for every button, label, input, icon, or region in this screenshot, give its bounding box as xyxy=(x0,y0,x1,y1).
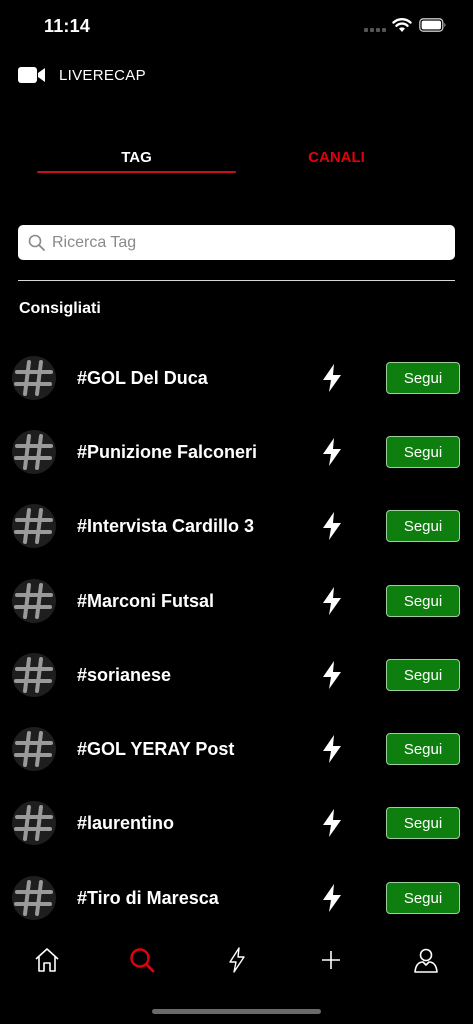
hashtag-avatar-icon xyxy=(12,876,56,920)
home-indicator[interactable] xyxy=(152,1009,321,1014)
app-title: LIVERECAP xyxy=(59,66,146,84)
video-camera-icon xyxy=(18,67,45,83)
tab-tag[interactable]: TAG xyxy=(37,140,236,174)
tag-name: #Punizione Falconeri xyxy=(77,441,258,462)
search-icon xyxy=(28,234,45,251)
follow-button[interactable]: Segui xyxy=(386,807,460,839)
tag-name: #laurentino xyxy=(77,812,175,833)
tag-row[interactable]: #laurentino Segui xyxy=(0,786,473,860)
follow-button[interactable]: Segui xyxy=(386,436,460,468)
divider xyxy=(18,280,455,281)
lightning-icon xyxy=(229,947,245,973)
hashtag-avatar-icon xyxy=(12,653,56,697)
active-tab-indicator xyxy=(37,171,236,173)
follow-button[interactable]: Segui xyxy=(386,510,460,542)
wifi-icon xyxy=(392,18,412,32)
nav-highlights[interactable] xyxy=(222,945,252,975)
bottom-nav xyxy=(0,935,473,990)
cellular-signal-icon xyxy=(364,28,386,32)
follow-button[interactable]: Segui xyxy=(386,733,460,765)
lightning-icon[interactable] xyxy=(321,364,343,392)
search-input[interactable] xyxy=(52,233,432,252)
tag-row[interactable]: #GOL YERAY Post Segui xyxy=(0,712,473,786)
tag-name: #sorianese xyxy=(77,664,172,685)
tag-row[interactable]: #Punizione Falconeri Segui xyxy=(0,415,473,489)
lightning-icon[interactable] xyxy=(321,661,343,689)
section-title: Consigliati xyxy=(19,300,101,317)
lightning-icon[interactable] xyxy=(321,735,343,763)
lightning-icon[interactable] xyxy=(321,809,343,837)
status-time: 11:14 xyxy=(44,16,91,36)
tag-name: #Tiro di Maresca xyxy=(77,887,219,908)
app-header: LIVERECAP xyxy=(18,62,146,88)
profile-icon xyxy=(414,948,438,973)
home-icon xyxy=(35,948,59,972)
search-bar[interactable] xyxy=(18,225,455,260)
nav-add[interactable] xyxy=(316,945,346,975)
tag-row[interactable]: #Tiro di Maresca Segui xyxy=(0,861,473,935)
lightning-icon[interactable] xyxy=(321,438,343,466)
hashtag-avatar-icon xyxy=(12,801,56,845)
tag-row[interactable]: #Intervista Cardillo 3 Segui xyxy=(0,489,473,563)
follow-button[interactable]: Segui xyxy=(386,659,460,691)
nav-home[interactable] xyxy=(32,945,62,975)
search-icon xyxy=(130,948,155,973)
battery-icon xyxy=(419,18,446,32)
tab-canali[interactable]: CANALI xyxy=(237,140,436,174)
lightning-icon[interactable] xyxy=(321,884,343,912)
nav-profile[interactable] xyxy=(411,945,441,975)
follow-button[interactable]: Segui xyxy=(386,882,460,914)
tag-name: #GOL Del Duca xyxy=(77,367,208,388)
plus-icon xyxy=(322,951,340,969)
follow-button[interactable]: Segui xyxy=(386,362,460,394)
status-bar: 11:14 xyxy=(0,0,473,50)
tag-name: #Marconi Futsal xyxy=(77,590,215,611)
tag-name: #GOL YERAY Post xyxy=(77,738,235,759)
nav-search[interactable] xyxy=(127,945,157,975)
follow-button[interactable]: Segui xyxy=(386,585,460,617)
hashtag-avatar-icon xyxy=(12,504,56,548)
tag-row[interactable]: #Marconi Futsal Segui xyxy=(0,564,473,638)
lightning-icon[interactable] xyxy=(321,512,343,540)
tag-row[interactable]: #sorianese Segui xyxy=(0,638,473,712)
tag-name: #Intervista Cardillo 3 xyxy=(77,515,255,536)
hashtag-avatar-icon xyxy=(12,579,56,623)
tab-bar: TAG CANALI xyxy=(0,140,473,176)
tag-row[interactable]: #GOL Del Duca Segui xyxy=(0,341,473,415)
hashtag-avatar-icon xyxy=(12,727,56,771)
hashtag-avatar-icon xyxy=(12,356,56,400)
lightning-icon[interactable] xyxy=(321,587,343,615)
hashtag-avatar-icon xyxy=(12,430,56,474)
